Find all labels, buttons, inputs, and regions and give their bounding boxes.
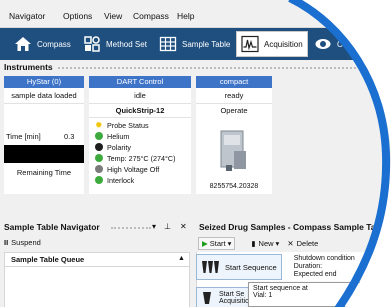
divider: [89, 117, 191, 118]
menu-help[interactable]: Help: [177, 11, 194, 21]
tooltip-title: Start sequence at: [253, 285, 308, 292]
instruments-divider: [58, 67, 388, 69]
grey-dot-icon: [95, 165, 103, 173]
hystar-header: HyStar (0): [4, 76, 84, 88]
dart-state: idle: [134, 91, 146, 100]
check-icon: [95, 132, 103, 140]
menu-options[interactable]: Options: [63, 11, 92, 21]
status-helium: Helium: [95, 131, 129, 141]
status-label: Polarity: [107, 142, 131, 152]
start-sequence-row: Start Sequence Shutdown condition Durati…: [196, 254, 355, 280]
acquisition-chart-icon: [241, 35, 259, 53]
instrument-image: [212, 121, 254, 177]
status-label: High Voltage Off: [107, 164, 160, 174]
sample-table-button[interactable]: Sample Table: [155, 31, 234, 57]
compact-serial: 8255754.20328: [209, 183, 259, 190]
start-dropdown-button[interactable]: ▶ Start ▾: [198, 237, 236, 250]
remaining-time-label: Remaining Time: [16, 168, 72, 177]
menu-navigator[interactable]: Navigator: [9, 11, 45, 21]
sample-table-queue-header: Sample Table Queue: [4, 252, 190, 267]
start-sequence-tooltip: Start sequence at Vial: 1: [248, 282, 388, 307]
tooltip-vial: Vial: 1: [253, 292, 273, 299]
compact-header: compact: [196, 76, 272, 88]
check-icon: [95, 154, 103, 162]
compass-button[interactable]: Compass: [10, 31, 75, 57]
sample-table-title: Seized Drug Samples - Compass Sample Tab…: [199, 222, 388, 232]
partial-label: C: [337, 39, 343, 49]
pin-icon[interactable]: ⊥: [164, 222, 171, 231]
pause-icon: II: [4, 238, 9, 247]
status-label: Helium: [107, 131, 130, 141]
compass-label: Compass: [37, 39, 71, 49]
chevron-down-icon[interactable]: ▾: [152, 222, 156, 231]
suspend-button[interactable]: II Suspend: [4, 238, 41, 247]
navigator-divider: [111, 227, 151, 229]
status-interlock: Interlock: [95, 175, 134, 185]
divider: [89, 103, 191, 104]
dart-device: QuickStrip-12: [115, 106, 165, 115]
compact-panel: ready Operate 8255754.20328: [196, 88, 272, 194]
menu-compass[interactable]: Compass: [133, 11, 169, 21]
sample-table-toolbar: ▶ Start ▾ ▮ New ▾ ✕ Delete: [196, 236, 391, 251]
status-label: Temp: 275°C (274°C): [107, 153, 176, 163]
method-set-icon: [84, 36, 100, 52]
new-label: New: [258, 239, 274, 248]
method-set-label: Method Set: [106, 39, 147, 49]
method-set-button[interactable]: Method Set: [79, 31, 151, 57]
probe-gear-icon: ✹: [95, 119, 103, 130]
status-label: Probe Status: [107, 120, 149, 130]
suspend-label: Suspend: [11, 238, 41, 247]
chevron-down-icon: ▾: [275, 239, 280, 248]
compact-mode: Operate: [220, 106, 248, 115]
eye-icon: [315, 39, 331, 49]
play-icon: ▶: [202, 239, 208, 248]
acquisition-button[interactable]: Acquisition: [236, 31, 308, 57]
progress-black-bar: [4, 145, 84, 163]
table-icon: [159, 36, 177, 52]
duration-label: Duration:: [293, 263, 323, 270]
check-icon: [95, 176, 103, 184]
status-polarity: Polarity: [95, 142, 131, 152]
time-label: Time [min]: [6, 132, 41, 141]
dart-header: DART Control: [89, 76, 191, 88]
hystar-panel: sample data loaded Time [min] 0.3 Remain…: [4, 88, 84, 194]
sequence-info: Shutdown condition Duration: Expected en…: [294, 255, 355, 279]
navigator-title: Sample Table Navigator: [4, 222, 100, 232]
divider: [196, 103, 272, 104]
partial-toolbar-button[interactable]: C: [310, 31, 347, 57]
delete-label: Delete: [296, 239, 319, 248]
collapse-icon[interactable]: ▲: [178, 255, 185, 262]
menu-view[interactable]: View: [104, 11, 122, 21]
shutdown-label: Shutdown condition: [293, 255, 355, 262]
compass-window: Navigator Options View Compass Help Comp…: [0, 0, 391, 307]
polarity-icon: [95, 143, 103, 151]
home-icon: [15, 37, 31, 51]
menu-bar: Navigator Options View Compass Help: [0, 0, 391, 28]
sample-table-queue: [4, 267, 190, 307]
close-icon[interactable]: ✕: [180, 222, 187, 231]
new-document-icon: ▮: [251, 239, 256, 248]
status-label: Interlock: [107, 175, 135, 185]
status-temp: Temp: 275°C (274°C): [95, 153, 175, 163]
instruments-title: Instruments: [4, 62, 53, 72]
delete-button[interactable]: ✕ Delete: [287, 239, 318, 248]
time-value: 0.3: [64, 132, 75, 141]
status-probe: ✹ Probe Status: [95, 120, 149, 130]
chevron-down-icon: ▾: [227, 239, 232, 248]
delete-icon: ✕: [287, 239, 294, 248]
vials-icon: [202, 261, 219, 273]
start-label: Start: [209, 239, 226, 248]
sample-table-label: Sample Table: [182, 39, 231, 49]
expected-end-label: Expected end: [293, 271, 337, 278]
new-button[interactable]: ▮ New ▾: [251, 239, 279, 248]
vial-icon: [203, 292, 211, 304]
divider: [4, 103, 84, 104]
start-sequence-label: Start Sequence: [225, 262, 277, 272]
acquisition-label: Acquisition: [264, 39, 303, 49]
compact-state: ready: [224, 91, 244, 100]
main-toolbar: Compass Method Set Sample Table Acquisit…: [0, 28, 391, 60]
status-high-voltage: High Voltage Off: [95, 164, 159, 174]
start-sequence-button[interactable]: Start Sequence: [196, 254, 282, 280]
hystar-status: sample data loaded: [11, 91, 77, 100]
